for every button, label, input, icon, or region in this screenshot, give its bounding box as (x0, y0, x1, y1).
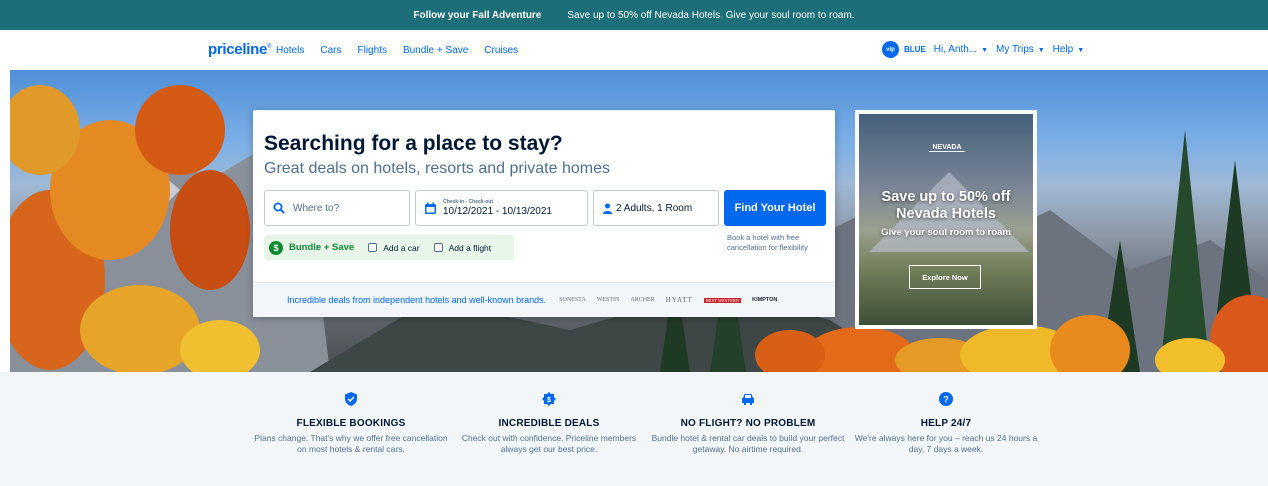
brand-logo-archer: ARCHER (630, 297, 655, 303)
feature-title: FLEXIBLE BOOKINGS (296, 418, 406, 429)
nav-flights[interactable]: Flights (357, 45, 386, 56)
feature-help: ? HELP 24/7 We're always here for you – … (846, 392, 1046, 456)
feature-incredible-deals: $ INCREDIBLE DEALS Check out with confid… (449, 392, 649, 456)
bundle-save-label: Bundle + Save (289, 242, 355, 253)
dates-value: 10/12/2021 - 10/13/2021 (443, 206, 552, 217)
search-subtitle: Great deals on hotels, resorts and priva… (264, 160, 610, 177)
chevron-down-icon: ▼ (1035, 47, 1045, 54)
brand-logo-hyatt: HYATT (665, 296, 693, 304)
feature-title: NO FLIGHT? NO PROBLEM (680, 418, 816, 429)
cancellation-note: Book a hotel with free cancellation for … (727, 233, 808, 253)
add-flight-checkbox[interactable] (433, 243, 443, 252)
bundle-save-bar: $ Bundle + Save Add a car Add a flight (264, 235, 514, 260)
promo-headline: Follow your Fall Adventure (413, 9, 542, 21)
svg-text:$: $ (547, 397, 551, 404)
destination-placeholder: Where to? (293, 202, 340, 214)
person-icon (603, 203, 612, 214)
nav-cars[interactable]: Cars (320, 45, 341, 56)
brand-logo-sonesta: SONESTA (559, 297, 586, 303)
nav-hotels[interactable]: Hotels (276, 45, 304, 56)
nevada-ad[interactable]: NEVADA Save up to 50% off Nevada Hotels … (855, 110, 1037, 329)
brands-text[interactable]: Incredible deals from independent hotels… (287, 295, 546, 305)
guests-value: 2 Adults, 1 Room (616, 202, 693, 214)
brand-logo-westin: WESTIN (596, 297, 620, 303)
shield-check-icon (344, 392, 358, 406)
search-title: Searching for a place to stay? (264, 132, 563, 155)
hotel-search-card: Searching for a place to stay? Great dea… (253, 110, 835, 317)
ad-title: Save up to 50% off Nevada Hotels (881, 189, 1011, 223)
user-menu[interactable]: Hi, Anth... ▼ (934, 44, 988, 55)
dates-label: Check-in - Check-out (443, 199, 494, 205)
nav-cruises[interactable]: Cruises (484, 45, 518, 56)
my-trips-menu[interactable]: My Trips ▼ (996, 44, 1045, 55)
add-flight-label[interactable]: Add a flight (449, 243, 492, 253)
brands-bar: Incredible deals from independent hotels… (253, 282, 835, 317)
nevada-badge: NEVADA (929, 144, 965, 152)
brand-logo-kimpton: KIMPTON (752, 297, 778, 303)
promo-banner[interactable]: Follow your Fall Adventure Save up to 50… (0, 0, 1268, 30)
add-car-checkbox[interactable] (368, 243, 378, 252)
priceline-logo[interactable]: priceline® (208, 41, 271, 58)
promo-text: Save up to 50% off Nevada Hotels. Give y… (567, 9, 855, 21)
nav-bundle-save[interactable]: Bundle + Save (403, 45, 468, 56)
calendar-icon (425, 202, 436, 214)
explore-now-button[interactable]: Explore Now (909, 265, 981, 289)
feature-text: Plans change. That's why we offer free c… (254, 433, 448, 455)
add-car-label[interactable]: Add a car (383, 243, 419, 253)
dollar-badge-icon: $ (542, 392, 556, 406)
feature-text: Bundle hotel & rental car deals to build… (651, 433, 845, 455)
dates-input[interactable]: Check-in - Check-out 10/12/2021 - 10/13/… (415, 190, 588, 226)
feature-no-flight: NO FLIGHT? NO PROBLEM Bundle hotel & ren… (648, 392, 848, 456)
search-icon (273, 202, 285, 214)
site-header: priceline® Hotels Cars Flights Bundle + … (0, 30, 1268, 70)
svg-text:?: ? (943, 395, 949, 405)
feature-text: We're always here for you – reach us 24 … (854, 433, 1038, 455)
guests-input[interactable]: 2 Adults, 1 Room (593, 190, 719, 226)
find-hotel-button[interactable]: Find Your Hotel (724, 190, 826, 226)
feature-text: Check out with confidence. Priceline mem… (461, 433, 637, 455)
feature-title: INCREDIBLE DEALS (498, 418, 600, 429)
features-section: FLEXIBLE BOOKINGS Plans change. That's w… (0, 372, 1268, 486)
account-nav: vip BLUE Hi, Anth... ▼ My Trips ▼ Help ▼ (882, 41, 1084, 58)
ad-image: NEVADA Save up to 50% off Nevada Hotels … (859, 114, 1033, 325)
chevron-down-icon: ▼ (1075, 47, 1085, 54)
tier-label: BLUE (904, 45, 926, 54)
dollar-icon: $ (269, 240, 283, 255)
feature-title: HELP 24/7 (920, 418, 972, 429)
vip-icon: vip (882, 41, 899, 58)
brand-logo-best-western: BEST WESTERN (703, 297, 742, 303)
main-nav: Hotels Cars Flights Bundle + Save Cruise… (276, 45, 518, 56)
car-icon (741, 392, 755, 406)
destination-input[interactable]: Where to? (264, 190, 410, 226)
question-circle-icon: ? (939, 392, 953, 406)
ad-subtitle: Give your soul room to roam (881, 227, 1011, 238)
chevron-down-icon: ▼ (979, 47, 989, 54)
help-menu[interactable]: Help ▼ (1053, 44, 1084, 55)
feature-flexible-bookings: FLEXIBLE BOOKINGS Plans change. That's w… (251, 392, 451, 456)
